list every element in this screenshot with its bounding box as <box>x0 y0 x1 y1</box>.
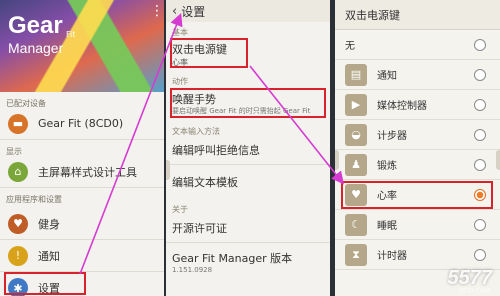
highlight-double-press <box>170 38 248 68</box>
drawer-handle-left[interactable] <box>335 150 339 170</box>
app-version-label: Gear Fit Manager 版本 <box>172 252 293 265</box>
fitness-icon: ♥ <box>8 213 28 234</box>
moon-icon: ☾ <box>345 213 367 236</box>
device-row[interactable]: ▬ Gear Fit (8CD0) <box>0 108 164 140</box>
option-label: 计步器 <box>377 131 407 142</box>
edit-text-templates[interactable]: 编辑文本模板 <box>172 174 238 190</box>
play-icon: ▶ <box>345 93 367 116</box>
section-motion: 动作 <box>172 77 188 86</box>
shoe-icon: ◒ <box>345 123 367 146</box>
option-timer[interactable]: ⧗ 计时器 <box>335 240 500 270</box>
section-text-input: 文本输入方法 <box>172 127 220 136</box>
section-basic: 基本 <box>172 28 188 37</box>
fitness-label: 健身 <box>38 217 60 231</box>
option-label: 无 <box>345 41 355 52</box>
option-label: 计时器 <box>377 251 407 262</box>
options-header: 双击电源键 <box>335 0 500 30</box>
watermark-sub: 5577.COM <box>458 288 490 295</box>
app-version-value: 1.151.0928 <box>172 266 213 274</box>
radio-button[interactable] <box>474 68 486 81</box>
highlight-settings <box>4 272 86 295</box>
option-label: 媒体控制器 <box>377 101 427 112</box>
radio-button[interactable] <box>474 218 486 231</box>
sidebar-item-fitness[interactable]: ♥ 健身 <box>0 208 164 240</box>
option-sleep[interactable]: ☾ 睡眠 <box>335 210 500 240</box>
drawer-handle[interactable] <box>166 160 170 180</box>
device-name: Gear Fit (8CD0) <box>38 117 124 130</box>
more-vertical-icon[interactable]: ⋮ <box>150 4 164 18</box>
radio-button[interactable] <box>474 158 486 171</box>
open-source-licenses[interactable]: 开源许可证 <box>172 220 227 236</box>
watermark-logo: 5577 <box>447 267 493 289</box>
hourglass-icon: ⧗ <box>345 243 367 266</box>
notifications-label: 通知 <box>38 249 60 263</box>
home-screen-designer-label: 主屏幕样式设计工具 <box>38 165 137 179</box>
radio-button[interactable] <box>474 128 486 141</box>
app-banner: Gear Fit Manager ⋮ <box>0 0 164 92</box>
highlight-heart-rate <box>341 181 493 209</box>
radio-button[interactable] <box>474 248 486 261</box>
option-pedometer[interactable]: ◒ 计步器 <box>335 120 500 150</box>
divider <box>166 242 330 243</box>
settings-title: 设置 <box>181 4 206 19</box>
option-media-controller[interactable]: ▶ 媒体控制器 <box>335 90 500 120</box>
app-subtitle: Manager <box>8 40 64 56</box>
drawer-handle-right[interactable] <box>496 150 500 170</box>
runner-icon: ♟ <box>345 153 367 176</box>
option-none[interactable]: 无 <box>335 30 500 60</box>
home-screen-designer-row[interactable]: ⌂ 主屏幕样式设计工具 <box>0 156 164 188</box>
options-title: 双击电源键 <box>345 8 400 22</box>
section-about: 关于 <box>172 205 188 214</box>
radio-button[interactable] <box>474 98 486 111</box>
option-label: 锻炼 <box>377 161 397 172</box>
home-icon: ⌂ <box>8 161 28 182</box>
app-title: Gear <box>8 12 63 39</box>
watch-icon: ▬ <box>8 113 28 134</box>
divider <box>166 164 330 165</box>
highlight-wake-gesture <box>170 88 326 118</box>
settings-header: ‹ 设置 <box>166 0 330 22</box>
radio-button[interactable] <box>474 38 486 51</box>
edit-reject-messages[interactable]: 编辑呼叫拒绝信息 <box>172 142 260 158</box>
sidebar-item-notifications[interactable]: ! 通知 <box>0 240 164 272</box>
double-press-options-panel: 双击电源键 无 ▤ 通知 ▶ 媒体控制器 ◒ 计步器 ♟ 锻炼 ♥ 心率 ☾ 睡… <box>335 0 500 296</box>
app-title-fit: Fit <box>66 30 76 39</box>
gear-fit-manager-home-panel: Gear Fit Manager ⋮ 已配对设备 ▬ Gear Fit (8CD… <box>0 0 164 296</box>
notification-icon: ! <box>8 245 28 266</box>
settings-panel: ‹ 设置 基本 双击电源键 心率 动作 唤醒手势 要启动唤醒 Gear Fit … <box>166 0 330 296</box>
section-apps-settings: 应用程序和设置 <box>6 195 62 204</box>
option-notifications[interactable]: ▤ 通知 <box>335 60 500 90</box>
chevron-left-icon[interactable]: ‹ <box>172 4 177 19</box>
option-exercise[interactable]: ♟ 锻炼 <box>335 150 500 180</box>
option-label: 通知 <box>377 71 397 82</box>
option-label: 睡眠 <box>377 221 397 232</box>
notification-icon: ▤ <box>345 63 367 86</box>
